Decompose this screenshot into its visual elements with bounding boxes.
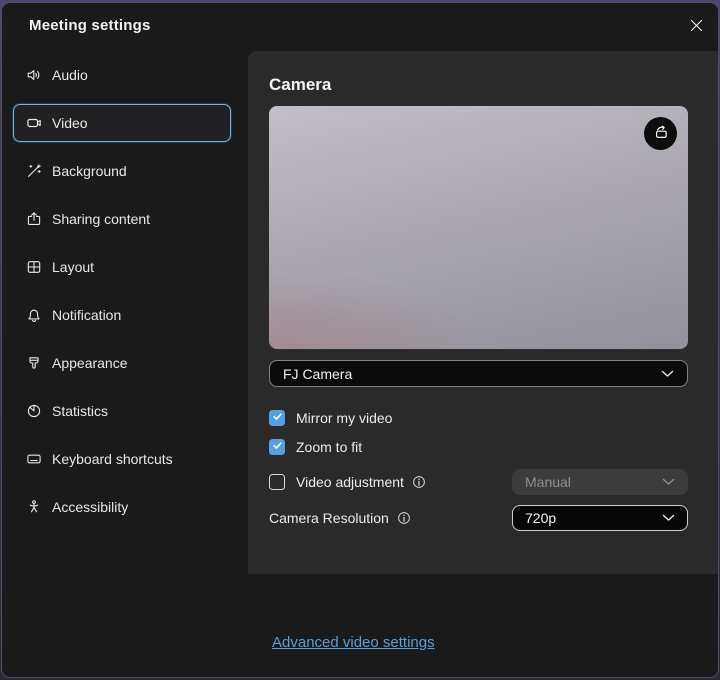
rotate-camera-icon — [652, 123, 670, 144]
camera-resolution-label: Camera Resolution — [269, 510, 389, 526]
sidebar-item-label: Appearance — [52, 355, 128, 371]
speaker-icon — [26, 67, 42, 83]
checkmark-icon — [272, 438, 283, 456]
video-adjustment-checkbox[interactable] — [269, 474, 285, 490]
bell-icon — [26, 307, 42, 323]
sidebar-item-label: Statistics — [52, 403, 108, 419]
sidebar-item-video[interactable]: Video — [13, 104, 231, 142]
keyboard-icon — [26, 451, 42, 467]
sidebar-item-notification[interactable]: Notification — [13, 296, 231, 334]
camera-select-value: FJ Camera — [283, 366, 352, 382]
rotate-camera-button[interactable] — [644, 117, 677, 150]
close-icon — [689, 18, 704, 36]
sidebar-item-audio[interactable]: Audio — [13, 56, 231, 94]
video-settings-panel: Camera FJ Camera Mirror my vide — [248, 51, 718, 574]
sidebar-item-statistics[interactable]: Statistics — [13, 392, 231, 430]
info-icon[interactable] — [412, 475, 426, 489]
share-upload-icon — [26, 211, 42, 227]
sidebar-item-appearance[interactable]: Appearance — [13, 344, 231, 382]
mirror-video-checkbox[interactable] — [269, 410, 285, 426]
meeting-settings-dialog: Meeting settings Audio Video Background — [1, 2, 719, 678]
sidebar-item-label: Layout — [52, 259, 94, 275]
camera-resolution-value: 720p — [525, 510, 556, 526]
sidebar-item-label: Keyboard shortcuts — [52, 451, 173, 467]
sidebar-item-label: Sharing content — [52, 211, 150, 227]
sidebar-item-sharing-content[interactable]: Sharing content — [13, 200, 231, 238]
zoom-to-fit-label: Zoom to fit — [296, 439, 362, 455]
advanced-video-settings-link[interactable]: Advanced video settings — [272, 634, 435, 651]
grid-layout-icon — [26, 259, 42, 275]
zoom-to-fit-row: Zoom to fit — [269, 437, 688, 457]
sidebar-item-background[interactable]: Background — [13, 152, 231, 190]
pie-chart-icon — [26, 403, 42, 419]
sidebar-item-label: Audio — [52, 67, 88, 83]
panel-heading: Camera — [269, 75, 718, 95]
sidebar-item-keyboard-shortcuts[interactable]: Keyboard shortcuts — [13, 440, 231, 478]
chevron-down-icon — [662, 478, 675, 486]
video-adjustment-label: Video adjustment — [296, 474, 404, 490]
video-camera-icon — [26, 115, 42, 131]
sidebar-item-label: Accessibility — [52, 499, 128, 515]
magic-wand-icon — [26, 163, 42, 179]
video-options: Mirror my video Zoom to fit Video adjust… — [269, 408, 688, 538]
zoom-to-fit-checkbox[interactable] — [269, 439, 285, 455]
video-adjustment-mode-value: Manual — [525, 474, 571, 490]
dialog-title: Meeting settings — [29, 17, 151, 34]
mirror-video-row: Mirror my video — [269, 408, 688, 428]
settings-sidebar: Audio Video Background Sharing content L — [2, 56, 248, 677]
accessibility-icon — [26, 499, 42, 515]
chevron-down-icon — [662, 514, 675, 522]
video-adjustment-mode-dropdown: Manual — [512, 469, 688, 495]
desktop-background: { "window": { "title": "Meeting settings… — [0, 0, 720, 680]
paintbrush-icon — [26, 355, 42, 371]
camera-preview — [269, 106, 688, 349]
chevron-down-icon — [661, 370, 674, 378]
info-icon[interactable] — [397, 511, 411, 525]
close-button[interactable] — [685, 16, 707, 38]
sidebar-item-layout[interactable]: Layout — [13, 248, 231, 286]
sidebar-item-accessibility[interactable]: Accessibility — [13, 488, 231, 526]
camera-select-dropdown[interactable]: FJ Camera — [269, 360, 688, 387]
checkmark-icon — [272, 409, 283, 427]
sidebar-item-label: Background — [52, 163, 127, 179]
sidebar-item-label: Video — [52, 115, 88, 131]
camera-resolution-row: Camera Resolution 720p — [269, 505, 688, 531]
sidebar-item-label: Notification — [52, 307, 121, 323]
video-adjustment-row: Video adjustment Manual — [269, 469, 688, 495]
mirror-video-label: Mirror my video — [296, 410, 392, 426]
camera-resolution-dropdown[interactable]: 720p — [512, 505, 688, 531]
